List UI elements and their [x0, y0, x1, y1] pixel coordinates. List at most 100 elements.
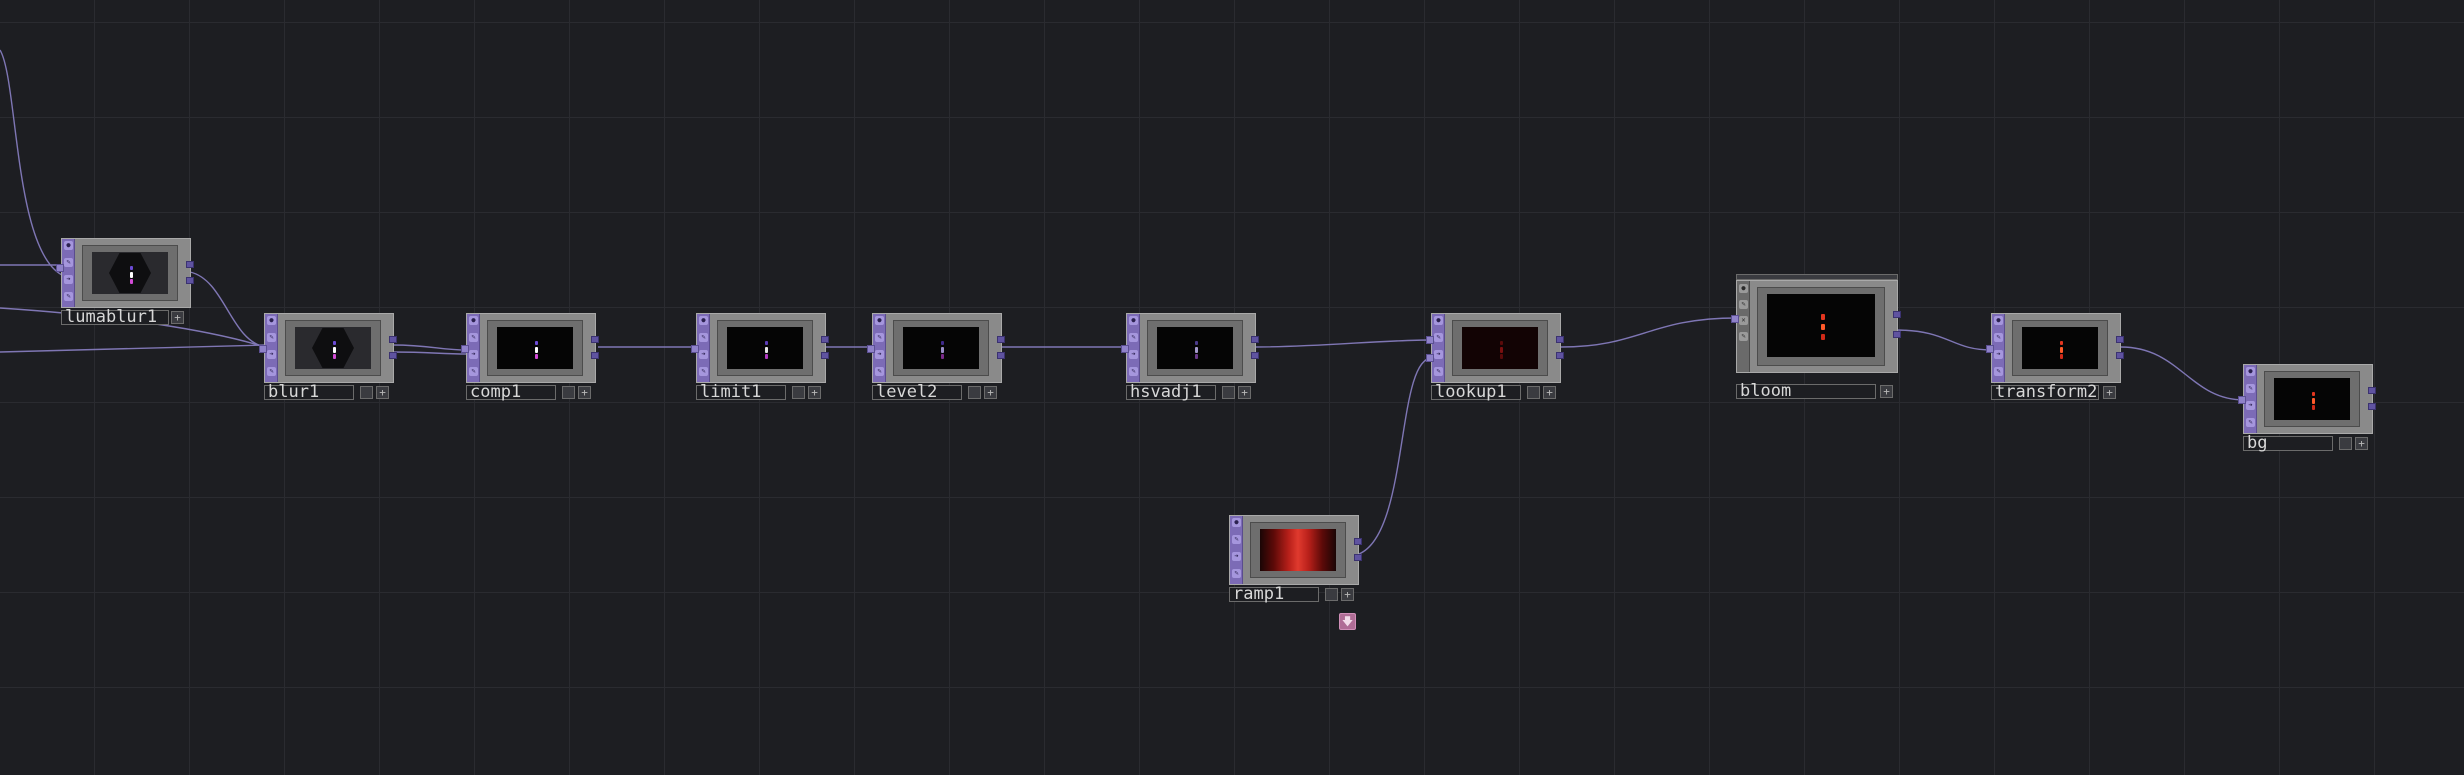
- plus-icon[interactable]: +: [984, 386, 997, 399]
- input-port[interactable]: [1986, 345, 1994, 353]
- flag-icon[interactable]: ●: [875, 316, 884, 325]
- node-comp1[interactable]: ● ✎ ➔ ✎ comp1 +: [461, 313, 599, 403]
- node-label[interactable]: hsvadj1: [1126, 384, 1216, 401]
- output-port[interactable]: [591, 336, 599, 343]
- display-icon[interactable]: ✎: [469, 367, 478, 376]
- wire-blur1-to-comp1[interactable]: [392, 344, 468, 351]
- input-port[interactable]: [56, 264, 64, 272]
- bypass-icon[interactable]: ➔: [1232, 552, 1241, 561]
- wire-offscreen-to-blur1-b[interactable]: [0, 344, 266, 353]
- input-port[interactable]: [1121, 345, 1129, 353]
- wire-offscreen-to-lumablur1[interactable]: [0, 49, 63, 276]
- flag-icon[interactable]: ●: [267, 316, 276, 325]
- input-port[interactable]: [691, 345, 699, 353]
- output-port[interactable]: [2116, 352, 2124, 359]
- input-port[interactable]: [1426, 354, 1434, 362]
- output-port[interactable]: [2116, 336, 2124, 343]
- output-port[interactable]: [186, 277, 194, 284]
- wire-hsvadj1-to-lookup1[interactable]: [1255, 339, 1433, 348]
- viewer-icon[interactable]: ✎: [1232, 535, 1241, 544]
- flag-icon[interactable]: ●: [1232, 518, 1241, 527]
- display-icon[interactable]: ✎: [875, 367, 884, 376]
- output-port[interactable]: [997, 352, 1005, 359]
- node-label[interactable]: limit1: [696, 384, 786, 401]
- node-label[interactable]: lookup1: [1431, 384, 1521, 401]
- viewer-icon[interactable]: ✎: [469, 333, 478, 342]
- output-port[interactable]: [389, 352, 397, 359]
- wire-transform2-to-bg[interactable]: [2120, 346, 2245, 401]
- bypass-icon[interactable]: ➔: [1129, 350, 1138, 359]
- display-icon[interactable]: [1325, 588, 1338, 601]
- node-label[interactable]: comp1: [466, 384, 556, 401]
- display-icon[interactable]: ✎: [1994, 367, 2003, 376]
- flag-icon[interactable]: ●: [699, 316, 708, 325]
- output-port[interactable]: [2368, 387, 2376, 394]
- wire-bloom-to-transform2[interactable]: [1894, 329, 1993, 351]
- output-port[interactable]: [1251, 352, 1259, 359]
- node-label[interactable]: ramp1: [1229, 586, 1319, 603]
- node-transform2[interactable]: ● ✎ ➔ ✎ transform2 +: [1986, 313, 2124, 403]
- node-lookup1[interactable]: ● ✎ ➔ ✎ lookup1 +: [1426, 313, 1564, 403]
- flag-icon[interactable]: ●: [1739, 284, 1748, 293]
- plus-icon[interactable]: +: [808, 386, 821, 399]
- input-port[interactable]: [259, 345, 267, 353]
- viewer-icon[interactable]: ✎: [1739, 300, 1748, 309]
- display-icon[interactable]: ✎: [64, 292, 73, 301]
- display-icon[interactable]: ✎: [699, 367, 708, 376]
- node-level2[interactable]: ● ✎ ➔ ✎ level2 +: [867, 313, 1005, 403]
- output-port[interactable]: [1354, 554, 1362, 561]
- plus-icon[interactable]: +: [1543, 386, 1556, 399]
- down-arrow-icon[interactable]: 🡇: [1339, 613, 1356, 630]
- viewer-icon[interactable]: ✎: [64, 258, 73, 267]
- node-label[interactable]: level2: [872, 384, 962, 401]
- bypass-icon[interactable]: ➔: [469, 350, 478, 359]
- plus-icon[interactable]: +: [1341, 588, 1354, 601]
- viewer-icon[interactable]: ✎: [699, 333, 708, 342]
- node-label[interactable]: bg: [2243, 435, 2333, 452]
- node-ramp1[interactable]: ● ✎ ➔ ✎ ramp1 +: [1229, 515, 1362, 605]
- flag-icon[interactable]: ●: [64, 241, 73, 250]
- output-port[interactable]: [821, 336, 829, 343]
- wire-lookup1-to-bloom[interactable]: [1560, 317, 1738, 348]
- output-port[interactable]: [591, 352, 599, 359]
- output-port[interactable]: [389, 336, 397, 343]
- bypass-icon[interactable]: ➔: [1434, 350, 1443, 359]
- display-icon[interactable]: ✎: [1434, 367, 1443, 376]
- output-port[interactable]: [1556, 352, 1564, 359]
- input-port[interactable]: [2238, 396, 2246, 404]
- input-port[interactable]: [867, 345, 875, 353]
- node-limit1[interactable]: ● ✎ ➔ ✎ limit1 +: [691, 313, 829, 403]
- output-port[interactable]: [186, 261, 194, 268]
- plus-icon[interactable]: +: [171, 311, 184, 324]
- plus-icon[interactable]: +: [1880, 385, 1893, 398]
- bypass-icon[interactable]: ➔: [875, 350, 884, 359]
- viewer-icon[interactable]: ✎: [1994, 333, 2003, 342]
- display-icon[interactable]: [968, 386, 981, 399]
- bypass-icon[interactable]: ➔: [267, 350, 276, 359]
- display-icon[interactable]: ✎: [2246, 418, 2255, 427]
- viewer-icon[interactable]: ✎: [267, 333, 276, 342]
- flag-icon[interactable]: ●: [2246, 367, 2255, 376]
- flag-icon[interactable]: ●: [1434, 316, 1443, 325]
- input-port[interactable]: [1731, 315, 1739, 323]
- display-icon[interactable]: [360, 386, 373, 399]
- node-label[interactable]: bloom: [1736, 383, 1876, 400]
- output-port[interactable]: [1556, 336, 1564, 343]
- output-port[interactable]: [821, 352, 829, 359]
- node-label[interactable]: lumablur1: [61, 309, 169, 326]
- viewer-icon[interactable]: ✎: [2246, 384, 2255, 393]
- output-port[interactable]: [1354, 538, 1362, 545]
- close-icon[interactable]: ✕: [1739, 316, 1748, 325]
- plus-icon[interactable]: +: [2355, 437, 2368, 450]
- node-label[interactable]: blur1: [264, 384, 354, 401]
- node-blur1[interactable]: ● ✎ ➔ ✎ blur1 +: [259, 313, 397, 403]
- display-icon[interactable]: [2339, 437, 2352, 450]
- output-port[interactable]: [1893, 331, 1901, 338]
- wire-blur1-to-comp1-b[interactable]: [392, 351, 468, 355]
- input-port[interactable]: [1426, 336, 1434, 344]
- flag-icon[interactable]: ●: [1994, 316, 2003, 325]
- viewer-icon[interactable]: ✎: [1434, 333, 1443, 342]
- node-bg[interactable]: ● ✎ ➔ ✎ bg +: [2238, 364, 2376, 454]
- display-icon[interactable]: [1527, 386, 1540, 399]
- flag-icon[interactable]: ●: [469, 316, 478, 325]
